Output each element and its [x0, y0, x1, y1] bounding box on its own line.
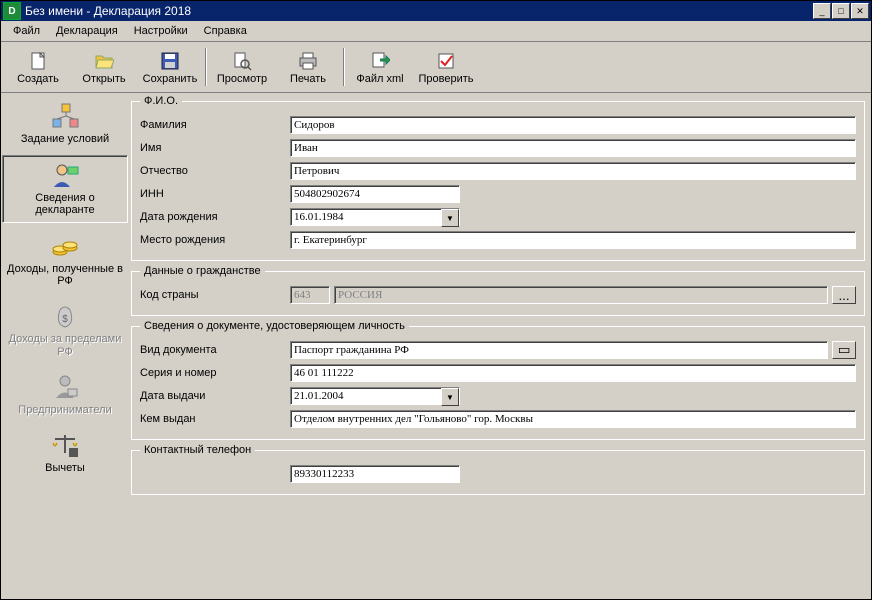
- title-bar: D Без имени - Декларация 2018 _ □ ✕: [1, 1, 871, 21]
- ellipsis-icon: ▭: [838, 342, 851, 358]
- group-id-document: Сведения о документе, удостоверяющем лич…: [131, 320, 865, 440]
- menu-file[interactable]: Файл: [5, 23, 48, 39]
- group-fio: Ф.И.О. Фамилия Имя Отчество ИНН: [131, 95, 865, 261]
- app-window: D Без имени - Декларация 2018 _ □ ✕ Файл…: [0, 0, 872, 600]
- toolbar-create[interactable]: Создать: [5, 45, 71, 89]
- browse-doc-type-button[interactable]: ▭: [832, 341, 856, 359]
- group-fio-legend: Ф.И.О.: [140, 95, 182, 107]
- menu-settings[interactable]: Настройки: [126, 23, 196, 39]
- maximize-button[interactable]: □: [832, 3, 850, 19]
- menu-declaration[interactable]: Декларация: [48, 23, 126, 39]
- entrepreneur-icon: [50, 372, 80, 402]
- sidebar: Задание условий Сведения о декларанте До…: [1, 93, 129, 599]
- printer-icon: [297, 50, 319, 72]
- export-xml-icon: [369, 50, 391, 72]
- group-citizenship: Данные о гражданстве Код страны ...: [131, 265, 865, 316]
- svg-text:$: $: [62, 314, 68, 325]
- label-name: Имя: [140, 142, 290, 154]
- input-issued-by[interactable]: [290, 410, 856, 428]
- label-doc-series: Серия и номер: [140, 367, 290, 379]
- new-file-icon: [27, 50, 49, 72]
- label-birthdate: Дата рождения: [140, 211, 290, 223]
- combo-issue-date[interactable]: ▼: [290, 387, 460, 405]
- toolbar-save[interactable]: Сохранить: [137, 45, 203, 89]
- group-citizenship-legend: Данные о гражданстве: [140, 265, 265, 277]
- conditions-icon: [50, 101, 80, 131]
- label-surname: Фамилия: [140, 119, 290, 131]
- toolbar-separator: [205, 48, 207, 86]
- sidebar-item-entrepreneurs[interactable]: Предприниматели: [3, 368, 127, 422]
- group-id-document-legend: Сведения о документе, удостоверяющем лич…: [140, 320, 409, 332]
- input-phone[interactable]: [290, 465, 460, 483]
- window-title: Без имени - Декларация 2018: [25, 4, 813, 18]
- sidebar-item-declarant[interactable]: Сведения о декларанте: [2, 155, 128, 223]
- input-patronymic[interactable]: [290, 162, 856, 180]
- chevron-down-icon[interactable]: ▼: [441, 388, 459, 406]
- close-button[interactable]: ✕: [851, 3, 869, 19]
- input-surname[interactable]: [290, 116, 856, 134]
- save-floppy-icon: [159, 50, 181, 72]
- label-country-code: Код страны: [140, 289, 290, 301]
- toolbar-check[interactable]: Проверить: [413, 45, 479, 89]
- toolbar: Создать Открыть Сохранить Просмотр Печат…: [1, 42, 871, 93]
- input-country-name: [334, 286, 828, 304]
- sidebar-item-income-foreign[interactable]: $ Доходы за пределами РФ: [3, 297, 127, 363]
- input-name[interactable]: [290, 139, 856, 157]
- toolbar-open[interactable]: Открыть: [71, 45, 137, 89]
- input-doc-series[interactable]: [290, 364, 856, 382]
- label-issue-date: Дата выдачи: [140, 390, 290, 402]
- toolbar-separator: [343, 48, 345, 86]
- input-birthdate[interactable]: [290, 208, 460, 226]
- label-doc-type: Вид документа: [140, 344, 290, 356]
- open-folder-icon: [93, 50, 115, 72]
- label-inn: ИНН: [140, 188, 290, 200]
- minimize-button[interactable]: _: [813, 3, 831, 19]
- input-birthplace[interactable]: [290, 231, 856, 249]
- form-area: Ф.И.О. Фамилия Имя Отчество ИНН: [129, 93, 871, 599]
- chevron-down-icon[interactable]: ▼: [441, 209, 459, 227]
- coins-icon: [50, 231, 80, 261]
- menu-bar: Файл Декларация Настройки Справка: [1, 21, 871, 42]
- input-inn[interactable]: [290, 185, 460, 203]
- check-icon: [435, 50, 457, 72]
- group-contact-legend: Контактный телефон: [140, 444, 255, 456]
- label-patronymic: Отчество: [140, 165, 290, 177]
- label-issued-by: Кем выдан: [140, 413, 290, 425]
- toolbar-print[interactable]: Печать: [275, 45, 341, 89]
- menu-help[interactable]: Справка: [196, 23, 255, 39]
- group-contact: Контактный телефон: [131, 444, 865, 495]
- sidebar-item-deductions[interactable]: Вычеты: [3, 426, 127, 480]
- browse-country-button[interactable]: ...: [832, 286, 856, 304]
- input-country-code: [290, 286, 330, 304]
- sidebar-item-income-rf[interactable]: Доходы, полученные в РФ: [3, 227, 127, 293]
- preview-magnifier-icon: [231, 50, 253, 72]
- money-bag-icon: $: [50, 301, 80, 331]
- combo-birthdate[interactable]: ▼: [290, 208, 460, 226]
- input-issue-date[interactable]: [290, 387, 460, 405]
- input-doc-type[interactable]: [290, 341, 828, 359]
- declarant-icon: [50, 160, 80, 190]
- app-icon: D: [3, 2, 21, 20]
- label-birthplace: Место рождения: [140, 234, 290, 246]
- toolbar-xml[interactable]: Файл xml: [347, 45, 413, 89]
- toolbar-preview[interactable]: Просмотр: [209, 45, 275, 89]
- sidebar-item-conditions[interactable]: Задание условий: [3, 97, 127, 151]
- scales-icon: [50, 430, 80, 460]
